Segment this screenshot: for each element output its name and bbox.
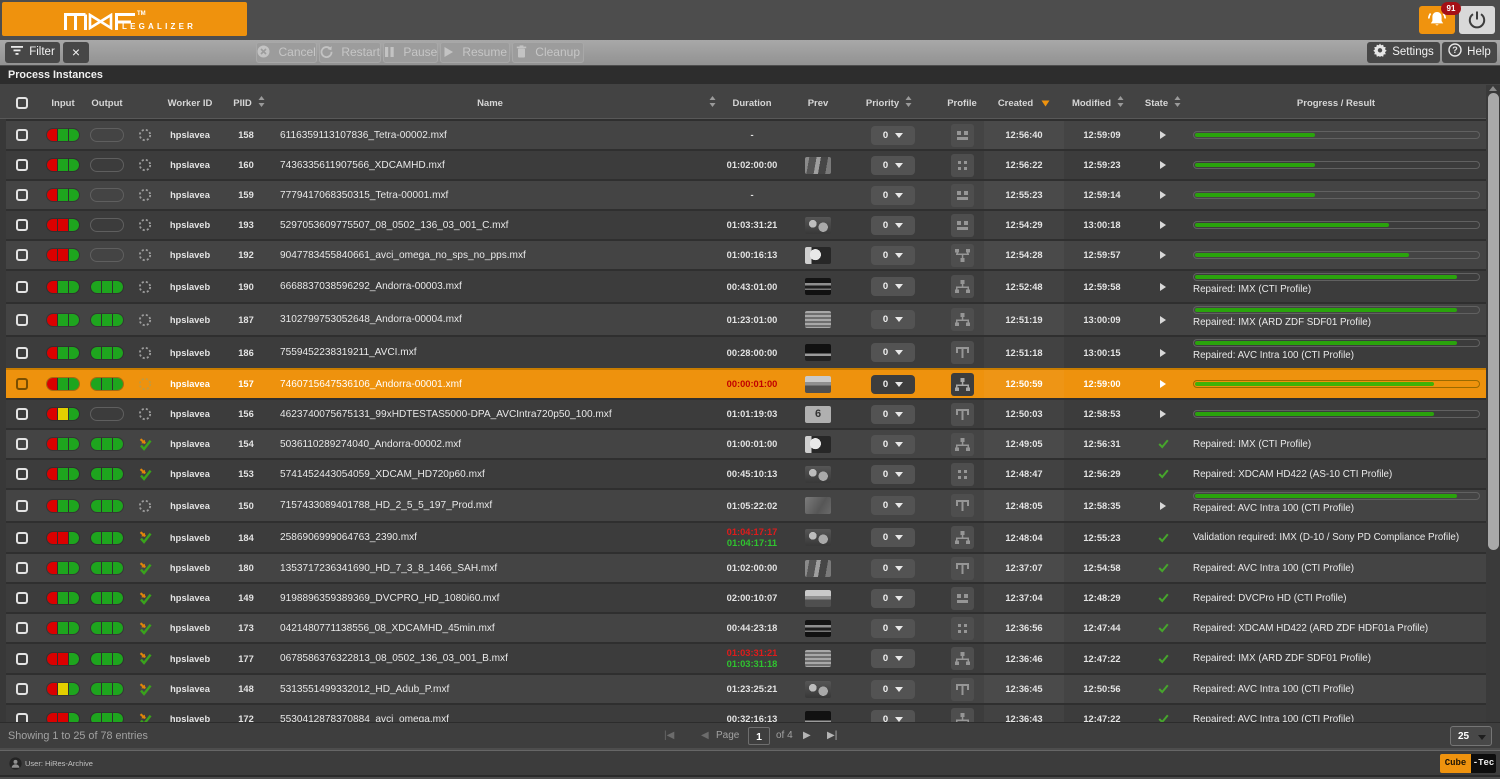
svg-text:?: ? [1452, 45, 1458, 55]
